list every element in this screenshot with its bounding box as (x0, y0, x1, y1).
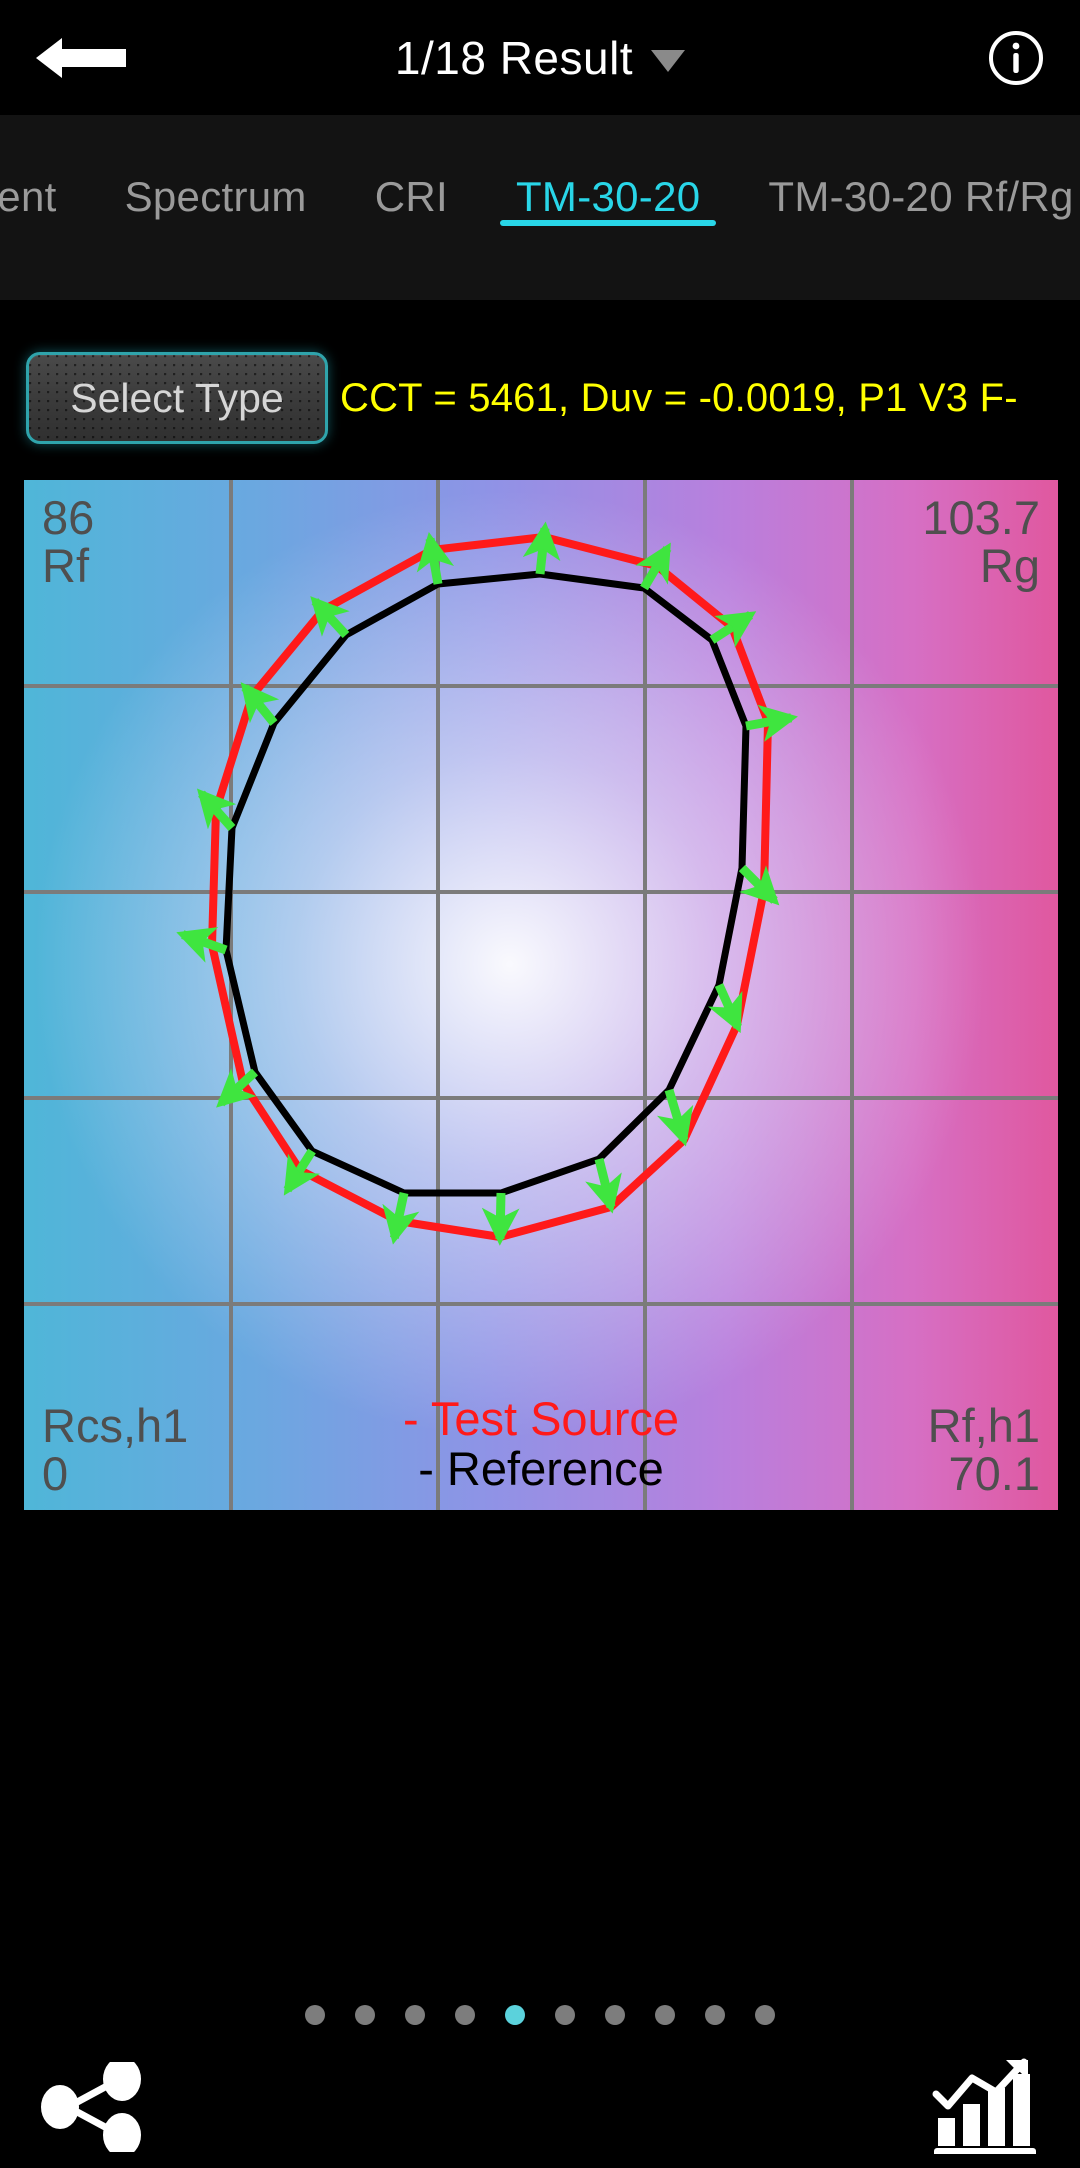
measurement-summary: CCT = 5461, Duv = -0.0019, P1 V3 F- (340, 375, 1018, 420)
bar-chart-icon[interactable] (932, 2058, 1038, 2157)
page-title[interactable]: 1/18 Result (0, 0, 1080, 115)
tab-tm-30-20[interactable]: TM-30-20 (482, 115, 734, 300)
tab-label: ment (0, 173, 57, 220)
page-indicator[interactable] (0, 1995, 1080, 2035)
page-dot-6[interactable] (555, 2005, 575, 2025)
page-dot-4[interactable] (455, 2005, 475, 2025)
tab-label: CRI (374, 173, 448, 220)
tab-underline (499, 220, 717, 226)
page-dot-1[interactable] (305, 2005, 325, 2025)
color-vector-arrow (522, 521, 561, 575)
tab-spectrum[interactable]: Spectrum (91, 115, 341, 300)
color-vector-arrow (745, 704, 798, 742)
color-vector-arrow (656, 1088, 694, 1147)
color-vector-arrow (707, 983, 743, 1034)
page-title-text: 1/18 Result (394, 31, 634, 84)
info-icon[interactable] (988, 30, 1044, 86)
page-dot-3[interactable] (405, 2005, 425, 2025)
color-vector-arrow (738, 864, 780, 906)
page-dot-7[interactable] (605, 2005, 625, 2025)
tab-label: Spectrum (124, 173, 307, 220)
page-dot-9[interactable] (705, 2005, 725, 2025)
tab-cri[interactable]: CRI (341, 115, 482, 300)
app-header: 1/18 Result (0, 0, 1080, 115)
color-vector-arrow (382, 1192, 420, 1245)
color-vector-arrow (176, 927, 228, 963)
select-type-label: Select Type (70, 374, 284, 421)
bottom-bar (0, 2038, 1080, 2168)
control-row: Select Type CCT = 5461, Duv = -0.0019, P… (0, 300, 1080, 480)
color-vector-arrow (481, 1192, 520, 1246)
tab-measurement[interactable]: ment (0, 115, 91, 300)
chart-plot (176, 521, 798, 1246)
page-dot-8[interactable] (655, 2005, 675, 2025)
share-icon[interactable] (38, 2057, 148, 2157)
page-dot-5[interactable] (505, 2005, 525, 2025)
tab-bar: ment Spectrum CRI TM-30-20 TM-30-20 Rf/R… (0, 115, 1080, 300)
select-type-button[interactable]: Select Type (26, 352, 328, 444)
chevron-down-icon[interactable] (651, 49, 686, 72)
page-dot-10[interactable] (755, 2005, 775, 2025)
app-root: 1/18 Result ment Spectrum CRI (0, 0, 1080, 2168)
tab-strip[interactable]: ment Spectrum CRI TM-30-20 TM-30-20 Rf/R… (0, 115, 1080, 300)
tm30-color-vector-graphic[interactable]: 86 Rf 103.7 Rg Rcs,h1 0 Rf,h1 70.1 - Tes… (24, 480, 1058, 1510)
color-vector-arrow (585, 1157, 622, 1214)
page-dot-2[interactable] (355, 2005, 375, 2025)
tab-tm-30-20-rf-rg[interactable]: TM-30-20 Rf/Rg (734, 115, 1080, 300)
tab-label: TM-30-20 Rf/Rg (768, 173, 1074, 220)
tab-label: TM-30-20 (515, 173, 701, 220)
